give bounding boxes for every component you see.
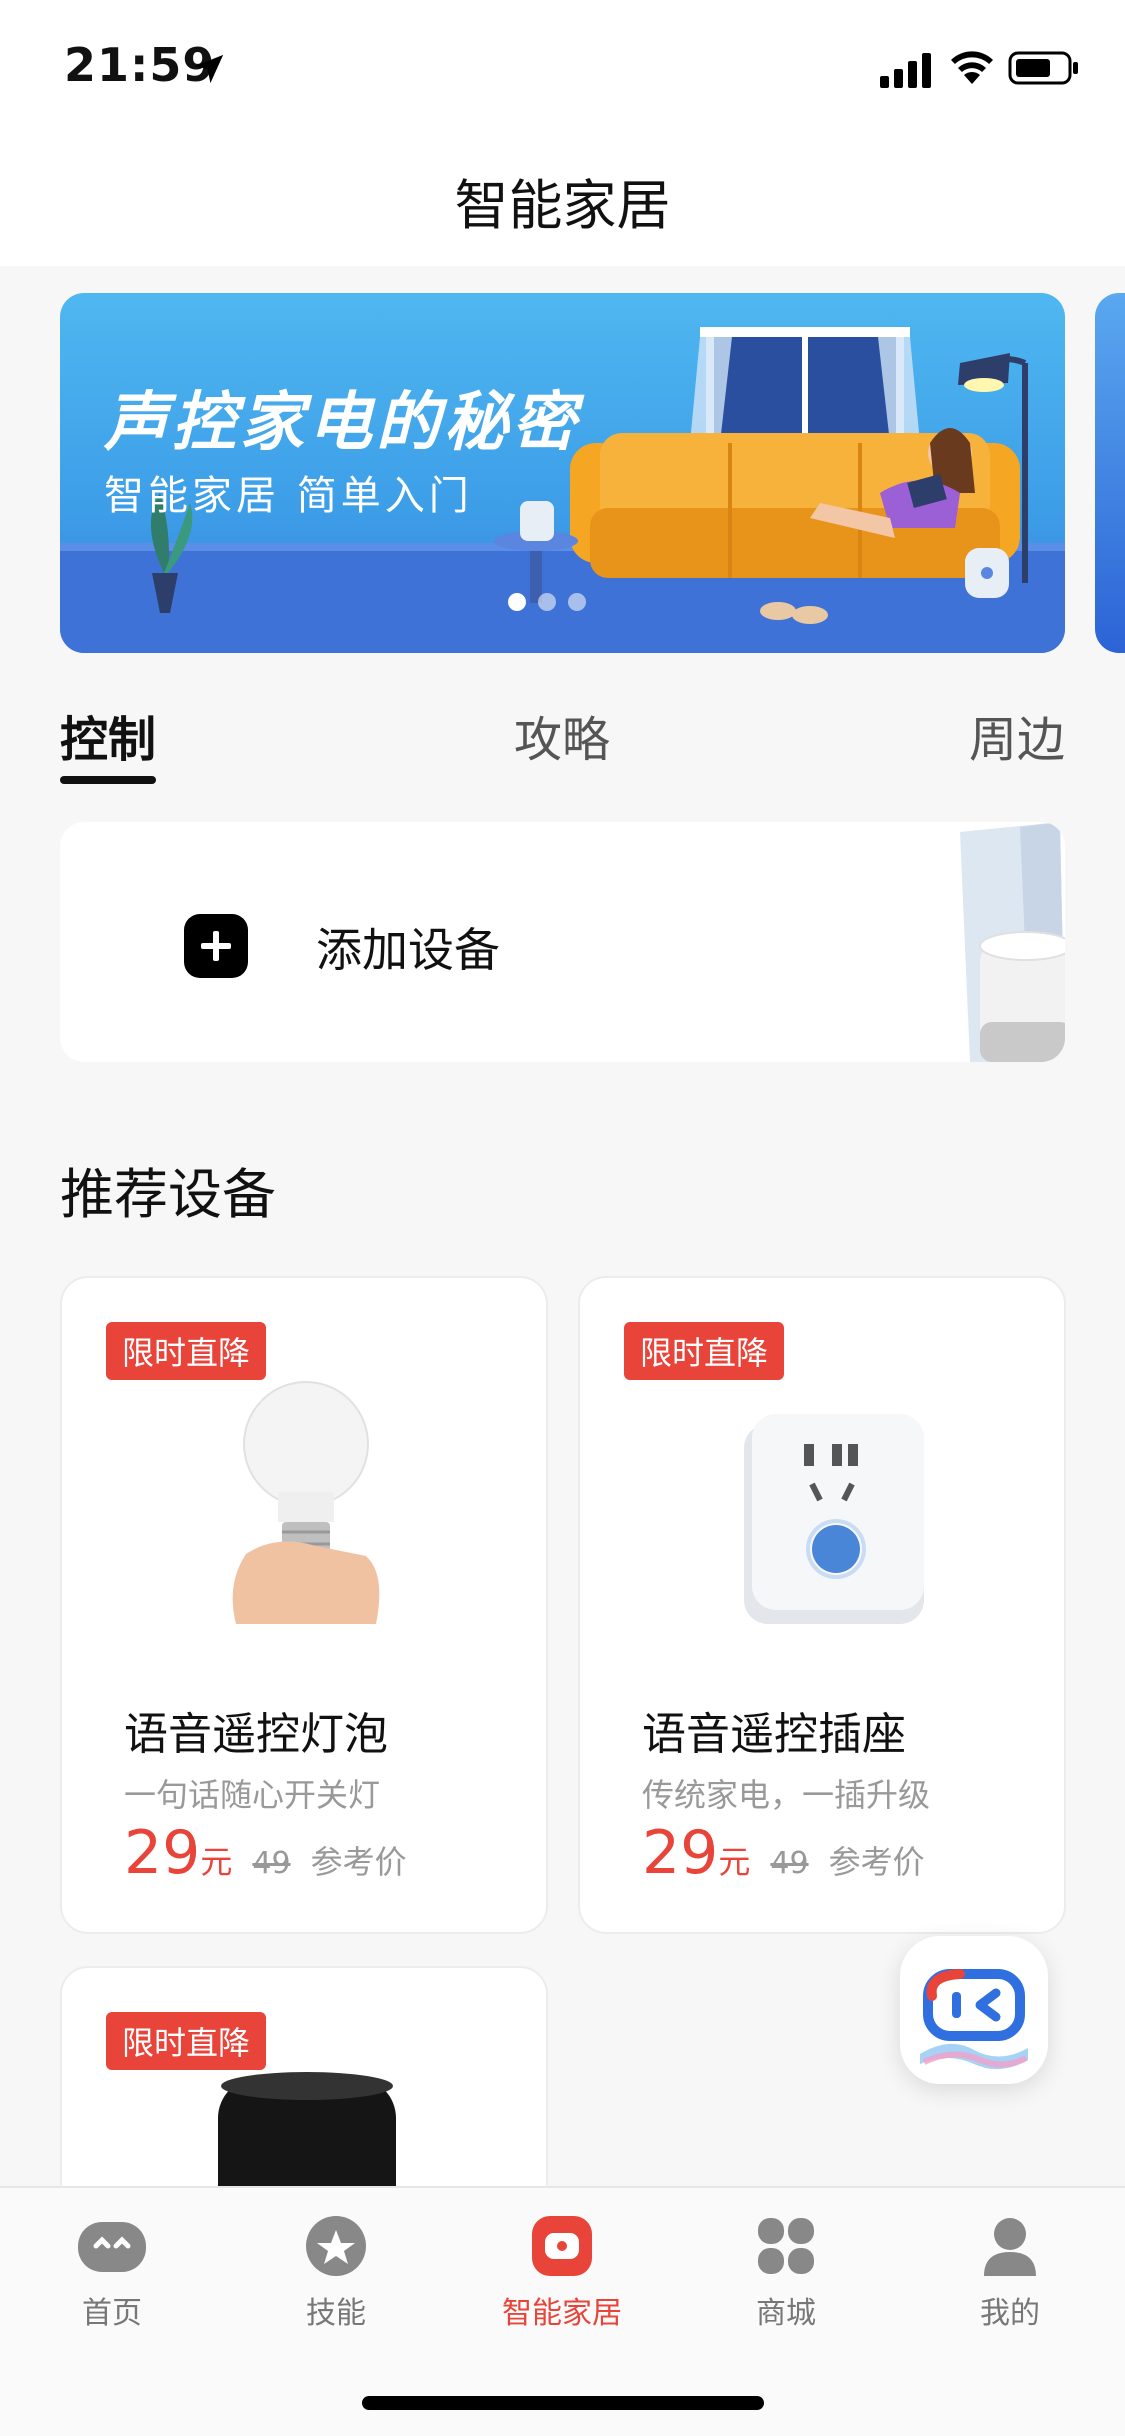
reference-price-label: 参考价 — [828, 1843, 925, 1881]
tabbar-label: 我的 — [980, 2296, 1040, 2331]
content-tabs: 控制 攻略 周边 — [60, 700, 1065, 790]
price-unit: 元 — [200, 1843, 233, 1881]
sale-badge: 限时直降 — [106, 2012, 267, 2070]
person-icon — [984, 2218, 1036, 2276]
recommended-title: 推荐设备 — [60, 1163, 276, 1226]
product-desc: 一句话随心开关灯 — [124, 1776, 381, 1814]
nav-header: 智能家居 — [0, 134, 1125, 266]
banner-title: 声控家电的秘密 — [104, 386, 580, 460]
add-device-button[interactable] — [184, 914, 248, 978]
price-row: 29 元 49 参考价 — [642, 1818, 925, 1898]
home-face-icon — [78, 2222, 146, 2272]
wifi-icon — [951, 51, 993, 84]
page-title: 智能家居 — [454, 173, 671, 237]
tabbar-label: 首页 — [82, 2296, 142, 2331]
price-unit: 元 — [718, 1843, 751, 1881]
grid-icon — [758, 2218, 814, 2274]
next-banner-peek[interactable] — [1095, 293, 1125, 653]
smart-home-icon — [532, 2216, 592, 2276]
tab-accessories[interactable]: 周边 — [969, 700, 1065, 770]
old-price: 49 — [770, 1846, 809, 1881]
tabbar-item-home[interactable]: 首页 — [32, 2216, 192, 2336]
add-device-label: 添加设备 — [316, 923, 500, 977]
smart-bulb-image — [232, 1381, 380, 1624]
add-device-card[interactable]: 添加设备 — [60, 822, 1065, 1062]
carousel-dot — [568, 593, 586, 611]
sale-badge: 限时直降 — [106, 1322, 267, 1380]
tab-control[interactable]: 控制 — [60, 700, 156, 770]
reference-price-label: 参考价 — [310, 1843, 407, 1881]
product-name: 语音遥控灯泡 — [124, 1709, 388, 1760]
tabbar-label: 技能 — [306, 2296, 366, 2331]
carousel-dot — [538, 593, 556, 611]
price-row: 29 元 49 参考价 — [124, 1818, 407, 1898]
tab-guides[interactable]: 攻略 — [514, 700, 610, 770]
smart-plug-image — [744, 1414, 924, 1624]
carousel-dot-active — [508, 593, 526, 611]
tabbar-label: 商城 — [756, 2296, 816, 2331]
tabbar-item-profile[interactable]: 我的 — [930, 2216, 1090, 2336]
smart-speaker-illustration — [960, 822, 1065, 1062]
tabbar-item-skills[interactable]: 技能 — [256, 2216, 416, 2336]
product-card-plug[interactable]: 限时直降 语音遥控插座 传统家电，一插升级 29 元 49 参考价 — [578, 1276, 1066, 1934]
tabbar-item-store[interactable]: 商城 — [706, 2216, 866, 2336]
battery-icon — [1008, 51, 1078, 85]
product-desc: 传统家电，一插升级 — [642, 1776, 931, 1814]
promo-banner[interactable]: 声控家电的秘密 智能家居 简单入门 — [60, 293, 1065, 653]
location-arrow-icon — [194, 54, 224, 84]
sale-badge: 限时直降 — [624, 1322, 785, 1380]
home-indicator[interactable] — [362, 2396, 764, 2410]
assistant-icon — [920, 1969, 1028, 2070]
smart-home-page: 21:59 智能家居 声控家电的秘密 智能家居 简单入门 控制 攻略 周边 添加… — [0, 0, 1125, 2436]
banner-subtitle: 智能家居 简单入门 — [104, 473, 473, 519]
status-bar: 21:59 — [0, 0, 1125, 134]
price-value: 29 — [642, 1818, 719, 1888]
tabbar-label: 智能家居 — [502, 2296, 622, 2331]
star-icon — [306, 2216, 366, 2276]
plus-icon — [201, 931, 231, 961]
product-card-bulb[interactable]: 限时直降 语音遥控灯泡 一句话随心开关灯 29 元 49 参考价 — [60, 1276, 548, 1934]
voice-assistant-button[interactable] — [900, 1936, 1048, 2084]
price-value: 29 — [124, 1818, 201, 1888]
signal-icon — [880, 53, 931, 88]
old-price: 49 — [252, 1846, 291, 1881]
tab-underline — [60, 776, 156, 784]
carousel-dots — [508, 593, 586, 611]
product-name: 语音遥控插座 — [642, 1709, 906, 1760]
tabbar-item-smart-home[interactable]: 智能家居 — [482, 2216, 642, 2336]
